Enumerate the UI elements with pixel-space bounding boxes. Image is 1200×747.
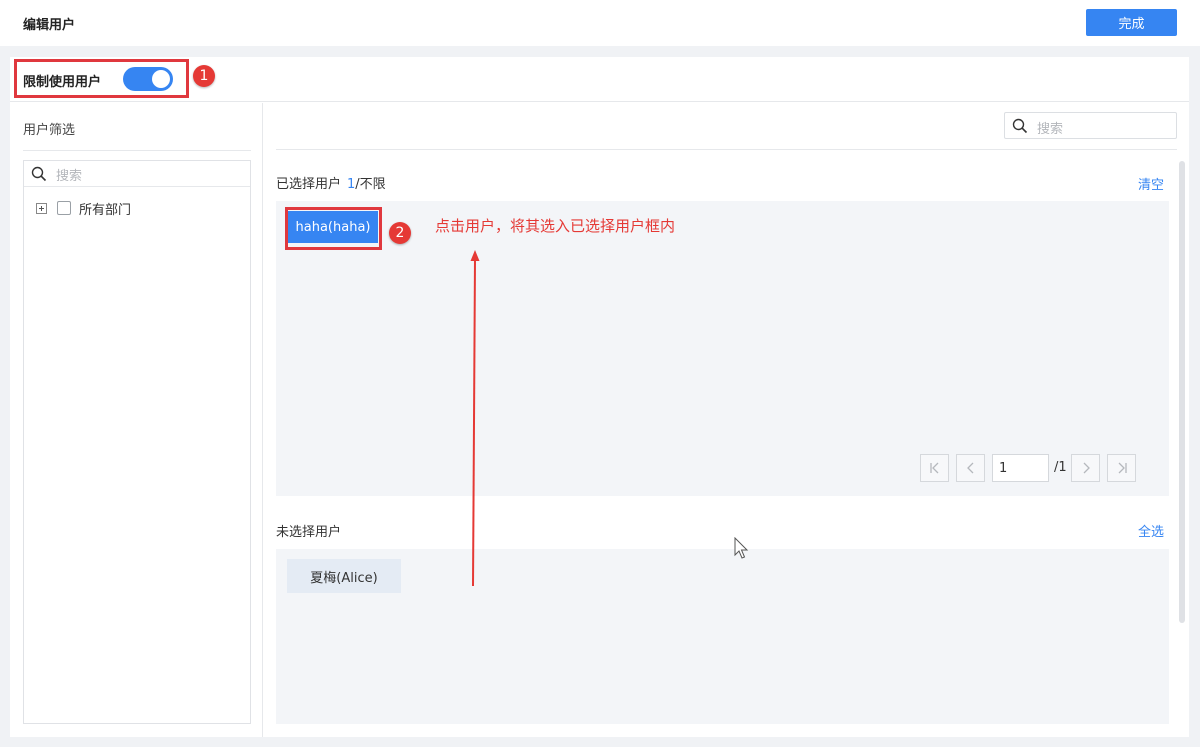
clear-link[interactable]: 清空: [1138, 174, 1164, 193]
tree-search-input[interactable]: 搜索: [24, 161, 250, 187]
annotation-arrow: [470, 250, 480, 587]
unselected-users-box: 夏梅(Alice): [276, 549, 1169, 724]
tree-node-label: 所有部门: [79, 202, 132, 218]
selected-limit: /不限: [355, 177, 386, 192]
tree-node-all-departments[interactable]: 所有部门: [36, 199, 132, 218]
page-number-input[interactable]: 1: [992, 454, 1049, 482]
page-total: /1: [1054, 460, 1067, 475]
search-placeholder: 搜索: [56, 169, 83, 184]
prev-page-glyph: [966, 462, 973, 474]
first-page-icon[interactable]: [920, 454, 949, 482]
user-filter-title: 用户筛选: [23, 123, 76, 138]
selected-users-title: 已选择用户 1/不限: [276, 173, 386, 192]
highlight-box-selected-user: [285, 207, 382, 250]
selected-users-label: 已选择用户: [276, 177, 342, 192]
first-page-glyph: [929, 462, 938, 474]
step-badge-2: 2: [389, 222, 411, 244]
selected-users-box: haha(haha) 1 /1: [276, 201, 1169, 496]
last-page-icon[interactable]: [1107, 454, 1136, 482]
divider: [276, 149, 1177, 150]
search-placeholder: 搜索: [1037, 122, 1064, 137]
next-page-glyph: [1083, 462, 1090, 474]
search-icon: [1012, 118, 1028, 134]
done-button[interactable]: 完成: [1086, 9, 1177, 36]
annotation-hint: 点击用户，将其选入已选择用户框内: [435, 217, 676, 235]
pagination: 1 /1: [276, 454, 1169, 482]
user-filter-panel: 用户筛选 搜索 所有部门: [10, 103, 263, 737]
department-checkbox[interactable]: [57, 201, 71, 215]
scrollbar[interactable]: [1179, 161, 1185, 623]
select-all-link[interactable]: 全选: [1138, 521, 1164, 540]
top-bar: 编辑用户 完成: [0, 0, 1200, 46]
unselected-user-chip[interactable]: 夏梅(Alice): [287, 559, 401, 593]
mouse-cursor-icon: [734, 537, 749, 559]
users-panel: 搜索 已选择用户 1/不限 清空 haha(haha) 1 /1 未选择用户 全…: [264, 103, 1189, 737]
next-page-icon[interactable]: [1071, 454, 1100, 482]
user-search-input[interactable]: 搜索: [1004, 112, 1177, 139]
unselected-users-title: 未选择用户: [276, 525, 342, 540]
prev-page-icon[interactable]: [956, 454, 985, 482]
edit-user-card: 限制使用用户 用户筛选 搜索 所有部门 搜索 已选择用户 1/不限 清空 hah…: [10, 57, 1189, 737]
divider: [23, 150, 251, 151]
step-badge-1: 1: [193, 65, 215, 87]
department-tree: 搜索 所有部门: [23, 160, 251, 724]
last-page-glyph: [1118, 462, 1127, 474]
expand-plus-icon[interactable]: [36, 202, 47, 214]
highlight-box-toggle: [14, 59, 189, 98]
page-title: 编辑用户: [23, 18, 76, 33]
search-icon: [31, 166, 47, 182]
